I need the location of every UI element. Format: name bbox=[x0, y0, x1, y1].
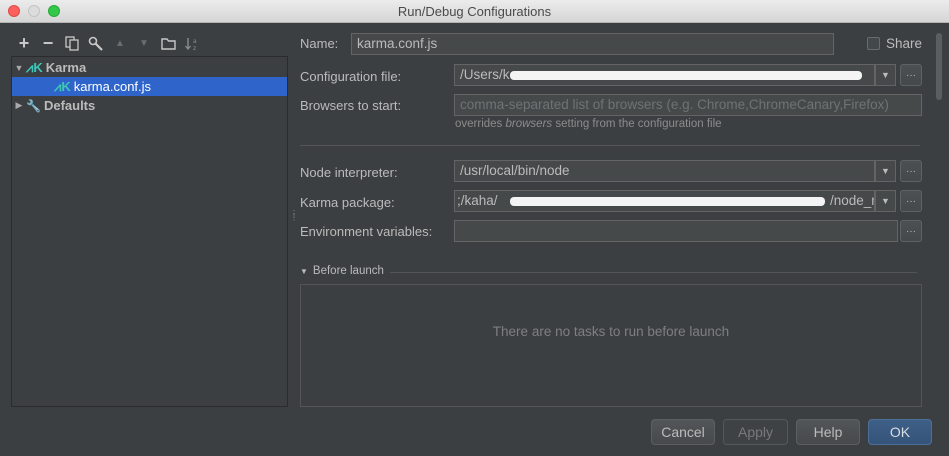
tree-item-karma[interactable]: ▼ ⩘K Karma bbox=[12, 58, 287, 77]
scrollbar[interactable] bbox=[936, 33, 942, 100]
help-button[interactable]: Help bbox=[796, 419, 860, 445]
karma-icon: ⩘K bbox=[26, 59, 43, 75]
config-file-value: /Users/k bbox=[460, 67, 510, 82]
configurations-tree[interactable]: ▼ ⩘K Karma ⩘K karma.conf.js ▶ 🔧 Defaults bbox=[11, 56, 288, 407]
tree-item-label: Defaults bbox=[43, 98, 96, 113]
svg-text:a: a bbox=[193, 38, 197, 45]
config-file-dropdown-icon[interactable]: ▼ bbox=[875, 64, 896, 86]
share-checkbox-box[interactable] bbox=[867, 37, 880, 50]
browsers-hint: overrides browsers setting from the conf… bbox=[455, 118, 722, 130]
wrench-icon[interactable] bbox=[84, 33, 108, 53]
folder-icon[interactable] bbox=[156, 33, 180, 53]
node-interpreter-dropdown-icon[interactable]: ▼ bbox=[875, 160, 896, 182]
node-interpreter-field[interactable]: /usr/local/bin/node bbox=[454, 160, 875, 182]
env-vars-label: Environment variables: bbox=[300, 224, 433, 239]
config-file-label: Configuration file: bbox=[300, 69, 402, 84]
move-down-icon[interactable]: ▼ bbox=[132, 33, 156, 53]
tree-item-label: Karma bbox=[45, 60, 87, 75]
karma-package-dropdown-icon[interactable]: ▼ bbox=[875, 190, 896, 212]
node-interpreter-label: Node interpreter: bbox=[300, 165, 398, 180]
tree-item-defaults[interactable]: ▶ 🔧 Defaults bbox=[12, 96, 287, 115]
title-bar: Run/Debug Configurations bbox=[0, 0, 949, 23]
section-separator bbox=[300, 145, 920, 146]
karma-icon: ⩘K bbox=[54, 78, 71, 94]
config-file-browse-button[interactable]: ··· bbox=[900, 64, 922, 86]
move-up-icon[interactable]: ▲ bbox=[108, 33, 132, 53]
splitter-handle[interactable]: ⋮ ⋮ bbox=[290, 210, 298, 226]
share-label: Share bbox=[886, 36, 923, 51]
redacted-path bbox=[510, 197, 825, 206]
karma-package-browse-button[interactable]: ··· bbox=[900, 190, 922, 212]
before-launch-toggle[interactable]: ▼ Before launch bbox=[300, 265, 384, 277]
browsers-field[interactable]: comma-separated list of browsers (e.g. C… bbox=[454, 94, 922, 116]
window-title: Run/Debug Configurations bbox=[397, 4, 552, 19]
collapse-arrow-icon[interactable]: ▶ bbox=[12, 100, 26, 111]
collapse-arrow-icon: ▼ bbox=[300, 266, 308, 276]
ok-button[interactable]: OK bbox=[868, 419, 932, 445]
name-field[interactable]: karma.conf.js bbox=[351, 33, 834, 55]
env-vars-edit-button[interactable]: ··· bbox=[900, 220, 922, 242]
before-launch-panel[interactable]: There are no tasks to run before launch bbox=[300, 284, 922, 407]
tree-item-label: karma.conf.js bbox=[73, 79, 152, 94]
tree-item-karma-conf[interactable]: ⩘K karma.conf.js bbox=[12, 77, 287, 96]
svg-text:z: z bbox=[193, 45, 196, 51]
copy-icon[interactable] bbox=[60, 33, 84, 53]
wrench-icon: 🔧 bbox=[26, 98, 41, 113]
redacted-path bbox=[510, 71, 862, 80]
name-label: Name: bbox=[300, 36, 339, 51]
cancel-button[interactable]: Cancel bbox=[651, 419, 715, 445]
hint-emphasis: browsers bbox=[505, 118, 553, 130]
karma-package-prefix: ;/kaha/ bbox=[457, 193, 498, 208]
share-checkbox[interactable]: Share bbox=[867, 36, 922, 51]
karma-package-label: Karma package: bbox=[300, 195, 395, 210]
env-vars-field[interactable] bbox=[454, 220, 898, 242]
browsers-label: Browsers to start: bbox=[300, 98, 402, 113]
hint-prefix: overrides bbox=[455, 118, 506, 130]
remove-icon[interactable]: − bbox=[36, 33, 60, 53]
add-icon[interactable]: + bbox=[12, 33, 36, 53]
before-launch-divider bbox=[390, 272, 917, 273]
node-interpreter-browse-button[interactable]: ··· bbox=[900, 160, 922, 182]
karma-package-suffix: /node_r bbox=[830, 193, 875, 208]
before-launch-empty-text: There are no tasks to run before launch bbox=[492, 324, 730, 339]
apply-button[interactable]: Apply bbox=[723, 419, 788, 445]
sort-icon[interactable]: az bbox=[180, 33, 204, 53]
config-toolbar: + − ▲ ▼ az bbox=[12, 33, 204, 53]
before-launch-header: Before launch bbox=[312, 265, 384, 277]
expand-arrow-icon[interactable]: ▼ bbox=[12, 63, 26, 73]
hint-suffix: setting from the configuration file bbox=[552, 118, 722, 130]
